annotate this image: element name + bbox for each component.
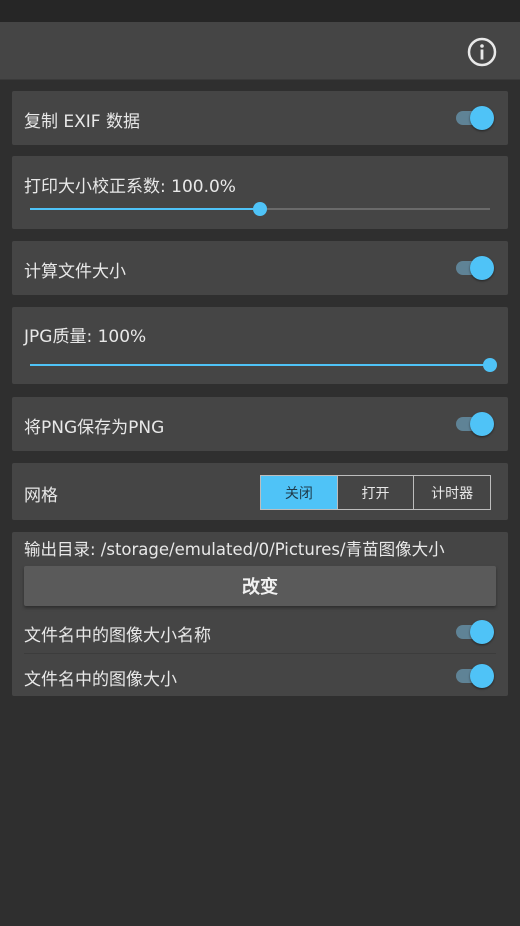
save-png-toggle[interactable] bbox=[456, 411, 494, 437]
name-in-filename-toggle[interactable] bbox=[456, 619, 494, 645]
calc-size-row: 计算文件大小 bbox=[12, 241, 508, 295]
calc-size-label: 计算文件大小 bbox=[24, 262, 126, 282]
copy-exif-label: 复制 EXIF 数据 bbox=[24, 112, 140, 132]
info-icon[interactable] bbox=[466, 36, 498, 68]
grid-segmented-control: 关闭 打开 计时器 bbox=[260, 475, 491, 510]
grid-option-on[interactable]: 打开 bbox=[338, 476, 415, 509]
app-bar bbox=[0, 22, 520, 80]
print-size-row: 打印大小校正系数: 100.0% bbox=[12, 156, 508, 229]
save-png-row: 将PNG保存为PNG bbox=[12, 397, 508, 451]
print-size-slider[interactable] bbox=[30, 200, 490, 218]
copy-exif-row: 复制 EXIF 数据 bbox=[12, 91, 508, 145]
print-size-slider-thumb[interactable] bbox=[253, 202, 267, 216]
print-size-label: 打印大小校正系数: 100.0% bbox=[24, 177, 236, 197]
status-bar bbox=[0, 0, 520, 22]
calc-size-toggle[interactable] bbox=[456, 255, 494, 281]
output-dir-card: 输出目录: /storage/emulated/0/Pictures/青苗图像大… bbox=[12, 532, 508, 696]
grid-label: 网格 bbox=[24, 486, 58, 506]
save-png-label: 将PNG保存为PNG bbox=[24, 418, 165, 438]
grid-row: 网格 关闭 打开 计时器 bbox=[12, 463, 508, 520]
jpg-quality-label: JPG质量: 100% bbox=[24, 327, 147, 347]
size-in-filename-toggle[interactable] bbox=[456, 663, 494, 689]
jpg-quality-row: JPG质量: 100% bbox=[12, 307, 508, 384]
copy-exif-toggle[interactable] bbox=[456, 105, 494, 131]
jpg-quality-slider-thumb[interactable] bbox=[483, 358, 497, 372]
grid-option-off[interactable]: 关闭 bbox=[261, 476, 338, 509]
grid-option-timer[interactable]: 计时器 bbox=[414, 476, 490, 509]
size-in-filename-label: 文件名中的图像大小 bbox=[24, 670, 177, 690]
output-dir-label: 输出目录: /storage/emulated/0/Pictures/青苗图像大… bbox=[24, 540, 445, 559]
divider bbox=[24, 653, 496, 654]
name-in-filename-label: 文件名中的图像大小名称 bbox=[24, 626, 211, 646]
jpg-quality-slider[interactable] bbox=[30, 356, 497, 374]
change-dir-button[interactable]: 改变 bbox=[24, 566, 496, 606]
